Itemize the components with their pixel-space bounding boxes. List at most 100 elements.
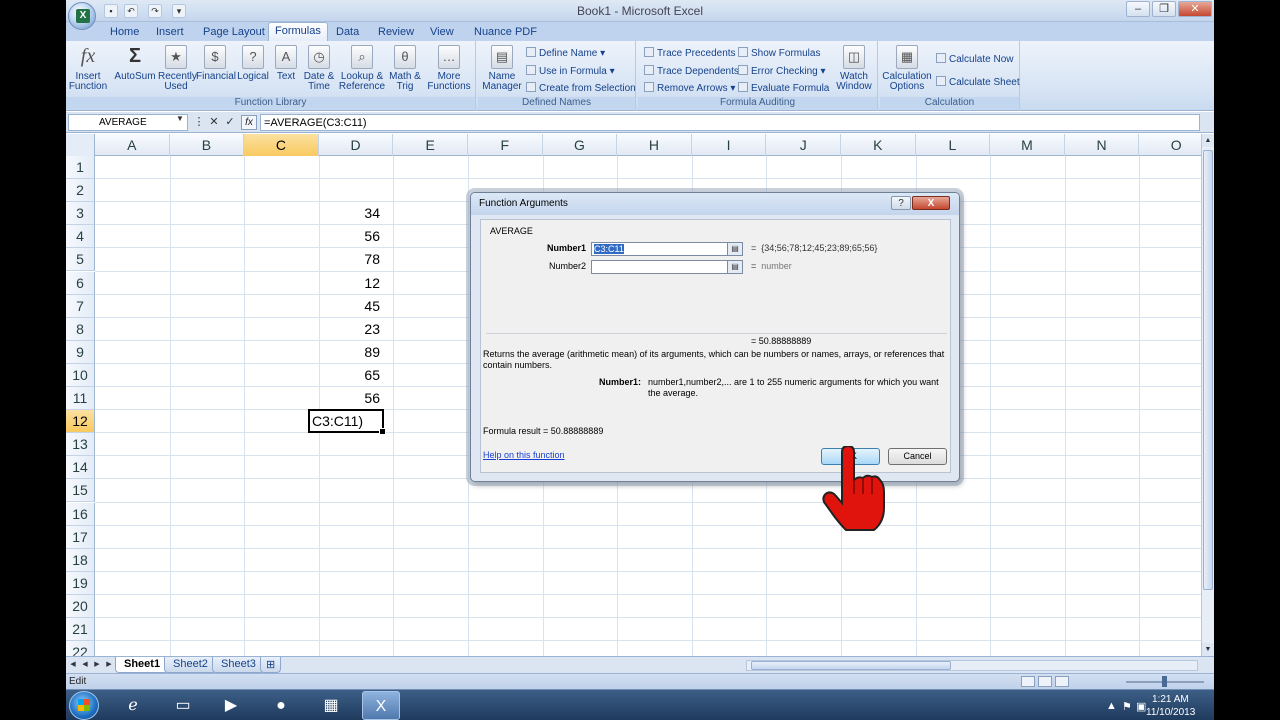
row-header-10[interactable]: 10 xyxy=(66,363,95,387)
cell-c5[interactable]: 78 xyxy=(308,248,380,271)
page-layout-view-icon[interactable] xyxy=(1038,676,1052,687)
row-header-11[interactable]: 11 xyxy=(66,387,95,410)
number1-input[interactable]: C3:C11 xyxy=(591,242,728,256)
sheet-tab-sheet3[interactable]: Sheet3 xyxy=(212,657,265,673)
use-in-formula-button[interactable]: Use in Formula ▾ xyxy=(526,65,615,77)
column-header-h[interactable]: H xyxy=(617,134,692,156)
row-header-5[interactable]: 5 xyxy=(66,248,95,272)
dialog-help-button[interactable]: ? xyxy=(891,196,911,210)
page-break-view-icon[interactable] xyxy=(1055,676,1069,687)
column-header-f[interactable]: F xyxy=(468,134,543,156)
cancel-entry-icon[interactable]: ✕ xyxy=(207,115,221,129)
logical-button[interactable]: ? Logical xyxy=(236,45,270,82)
tab-review[interactable]: Review xyxy=(372,24,420,41)
column-header-n[interactable]: N xyxy=(1065,134,1140,156)
autosum-button[interactable]: Σ AutoSum xyxy=(114,45,156,82)
vertical-scroll-thumb[interactable] xyxy=(1203,150,1213,590)
active-cell-c12[interactable]: C3:C11) xyxy=(308,409,386,436)
error-checking-button[interactable]: Error Checking ▾ xyxy=(738,65,826,77)
insert-function-icon[interactable]: fx xyxy=(241,115,257,130)
row-header-20[interactable]: 20 xyxy=(66,594,95,618)
calculation-options-button[interactable]: ▦ Calculation Options xyxy=(882,45,932,92)
row-header-6[interactable]: 6 xyxy=(66,271,95,295)
close-window-button[interactable]: ✕ xyxy=(1178,1,1212,17)
column-header-a[interactable]: A xyxy=(95,134,170,156)
tab-home[interactable]: Home xyxy=(104,24,145,41)
row-header-2[interactable]: 2 xyxy=(66,179,95,203)
cell-c4[interactable]: 56 xyxy=(308,225,380,248)
tab-nuance-pdf[interactable]: Nuance PDF xyxy=(468,24,543,41)
column-header-b[interactable]: B xyxy=(170,134,245,156)
vertical-scrollbar[interactable]: ▲ ▼ xyxy=(1201,134,1214,656)
horizontal-scrollbar[interactable] xyxy=(746,660,1198,671)
help-on-function-link[interactable]: Help on this function xyxy=(483,450,565,460)
row-header-3[interactable]: 3 xyxy=(66,202,95,226)
row-header-16[interactable]: 16 xyxy=(66,502,95,526)
internet-explorer-icon[interactable]: ℯ xyxy=(114,691,152,720)
text-button[interactable]: A Text xyxy=(272,45,300,82)
row-header-15[interactable]: 15 xyxy=(66,479,95,503)
clock-time[interactable]: 1:21 AM xyxy=(1152,694,1189,705)
more-functions-button[interactable]: … More Functions xyxy=(424,45,474,92)
action-center-flag-icon[interactable]: ⚑ xyxy=(1122,700,1132,713)
number2-input[interactable] xyxy=(591,260,728,274)
recently-used-button[interactable]: ★ Recently Used xyxy=(158,45,197,92)
restore-button[interactable]: ❐ xyxy=(1152,1,1176,17)
excel-taskbar-icon[interactable]: X xyxy=(362,691,400,720)
cell-c7[interactable]: 45 xyxy=(308,295,380,318)
trace-dependents-button[interactable]: Trace Dependents xyxy=(644,65,739,77)
column-header-c[interactable]: C xyxy=(244,134,319,156)
cell-c11[interactable]: 56 xyxy=(308,387,380,410)
column-header-k[interactable]: K xyxy=(841,134,916,156)
formula-input[interactable]: =AVERAGE(C3:C11) xyxy=(260,114,1200,131)
resize-handle-icon[interactable]: ⋮ xyxy=(192,115,206,129)
cell-c6[interactable]: 12 xyxy=(308,272,380,295)
start-button[interactable] xyxy=(69,691,99,720)
define-name-button[interactable]: Define Name ▾ xyxy=(526,47,605,59)
clock-date[interactable]: 11/10/2013 xyxy=(1146,707,1195,718)
row-header-13[interactable]: 13 xyxy=(66,433,95,457)
insert-function-button[interactable]: fx Insert Function xyxy=(68,45,108,92)
row-header-1[interactable]: 1 xyxy=(66,156,95,179)
watch-window-button[interactable]: ◫ Watch Window xyxy=(834,45,874,92)
tab-insert[interactable]: Insert xyxy=(150,24,190,41)
column-header-l[interactable]: L xyxy=(916,134,991,156)
row-header-9[interactable]: 9 xyxy=(66,340,95,364)
collapse-dialog-icon[interactable]: ▤ xyxy=(727,260,743,274)
sheet-tab-sheet1[interactable]: Sheet1 xyxy=(115,657,170,673)
create-from-selection-button[interactable]: Create from Selection xyxy=(526,82,636,94)
cancel-button[interactable]: Cancel xyxy=(888,448,947,465)
tab-page-layout[interactable]: Page Layout xyxy=(197,24,271,41)
column-header-i[interactable]: I xyxy=(692,134,767,156)
scroll-up-icon[interactable]: ▲ xyxy=(1202,134,1214,147)
row-header-14[interactable]: 14 xyxy=(66,456,95,480)
trace-precedents-button[interactable]: Trace Precedents xyxy=(644,47,736,59)
file-explorer-icon[interactable]: ▭ xyxy=(164,691,202,720)
column-header-o[interactable]: O xyxy=(1139,134,1201,156)
column-header-d[interactable]: D xyxy=(319,134,394,156)
zoom-slider-knob[interactable] xyxy=(1162,676,1167,687)
row-header-17[interactable]: 17 xyxy=(66,525,95,549)
lookup-reference-button[interactable]: ⌕ Lookup & Reference xyxy=(338,45,386,92)
math-trig-button[interactable]: θ Math & Trig xyxy=(388,45,422,92)
row-header-8[interactable]: 8 xyxy=(66,317,95,341)
tab-view[interactable]: View xyxy=(424,24,460,41)
row-header-22[interactable]: 22 xyxy=(66,641,95,656)
office-button[interactable]: X xyxy=(68,2,96,30)
evaluate-formula-button[interactable]: Evaluate Formula xyxy=(738,82,829,94)
tab-data[interactable]: Data xyxy=(330,24,365,41)
dialog-title-bar[interactable]: Function Arguments ? X xyxy=(471,193,959,215)
network-icon[interactable]: ▣ xyxy=(1136,700,1146,713)
prev-sheet-icon[interactable]: ◀ xyxy=(80,659,90,671)
name-box[interactable]: AVERAGE xyxy=(68,114,188,131)
calculate-sheet-button[interactable]: Calculate Sheet xyxy=(936,76,1020,88)
firefox-icon[interactable]: ● xyxy=(262,691,300,720)
tab-formulas[interactable]: Formulas xyxy=(268,22,328,41)
media-player-icon[interactable]: ▶ xyxy=(212,691,250,720)
row-header-4[interactable]: 4 xyxy=(66,225,95,249)
scroll-down-icon[interactable]: ▼ xyxy=(1202,643,1214,656)
name-manager-button[interactable]: ▤ Name Manager xyxy=(482,45,522,92)
cell-c8[interactable]: 23 xyxy=(308,318,380,341)
cell-c10[interactable]: 65 xyxy=(308,364,380,387)
row-header-18[interactable]: 18 xyxy=(66,548,95,572)
